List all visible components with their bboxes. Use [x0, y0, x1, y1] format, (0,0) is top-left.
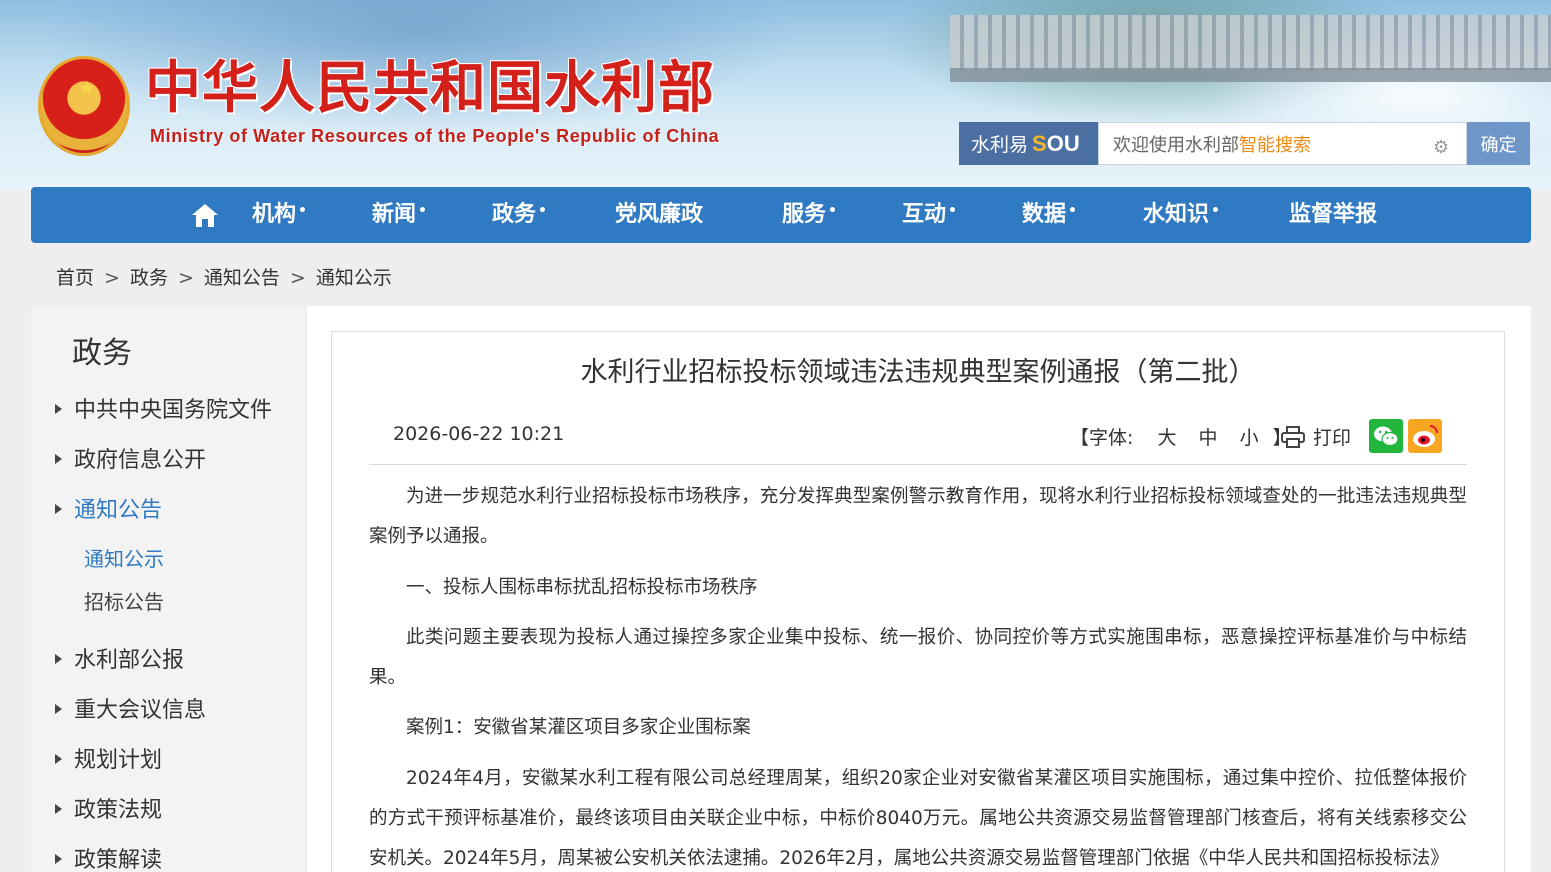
- breadcrumb-separator: >: [289, 267, 306, 289]
- wechat-share-icon[interactable]: [1369, 419, 1403, 453]
- sidebar-item-label: 政策法规: [74, 798, 163, 823]
- nav-item-fuwu[interactable]: 服务 •: [782, 187, 837, 243]
- nav-dropdown-indicator: •: [298, 203, 307, 219]
- article-title: 水利行业招标投标领域违法违规典型案例通报（第二批）: [580, 357, 1256, 388]
- nav-item-label: 数据: [1022, 202, 1067, 227]
- sidebar-title: 政务: [72, 336, 132, 371]
- nav-item-label: 服务: [782, 202, 827, 227]
- nav-dropdown-indicator: •: [538, 203, 547, 219]
- font-size-large-button[interactable]: 大: [1157, 427, 1176, 449]
- article-divider: [369, 464, 1467, 465]
- nav-dropdown-indicator: •: [1211, 203, 1220, 219]
- font-size-medium-button[interactable]: 中: [1199, 427, 1218, 449]
- sidebar-item-label: 通知公告: [74, 498, 163, 523]
- nav-item-shuju[interactable]: 数据 •: [1022, 187, 1077, 243]
- nav-item-label: 监督举报: [1289, 202, 1378, 227]
- nav-item-jigou[interactable]: 机构 •: [252, 187, 307, 243]
- sidebar-item-label: 规划计划: [74, 748, 163, 773]
- nav-item-jiandu[interactable]: 监督举报: [1289, 187, 1379, 243]
- sidebar-item-label: 政策解读: [74, 848, 163, 872]
- sidebar-item-label: 重大会议信息: [74, 698, 207, 723]
- sidebar-item-label: 中共中央国务院文件: [74, 398, 273, 423]
- gear-icon[interactable]: ⚙: [1433, 139, 1451, 157]
- main-nav: 机构 • 新闻 • 政务 • 党风廉政 服务 • 互动 • 数据 • 水知识 • 监督举报: [31, 187, 1531, 243]
- caret-right-icon: [55, 504, 62, 514]
- breadcrumb-separator: >: [177, 267, 194, 289]
- breadcrumb: 首页 > 政务 > 通知公告 > 通知公示: [56, 263, 400, 289]
- caret-right-icon: [55, 704, 62, 714]
- caret-right-icon: [55, 754, 62, 764]
- nav-dropdown-indicator: •: [828, 203, 837, 219]
- search-brand-prefix: 水利易: [971, 134, 1029, 156]
- breadcrumb-tongzhigongshi[interactable]: 通知公示: [316, 267, 392, 289]
- sidebar-item-zhonggong[interactable]: 中共中央国务院文件: [55, 396, 272, 426]
- sidebar-item-gongbao[interactable]: 水利部公报: [55, 646, 184, 676]
- weibo-share-icon[interactable]: [1408, 419, 1442, 453]
- sidebar-item-label: 政府信息公开: [74, 448, 207, 473]
- nav-dropdown-indicator: •: [948, 203, 957, 219]
- search-brand-logo: 水利易 SOU: [959, 122, 1098, 165]
- article-date: 2026-06-22 10:21: [393, 423, 565, 445]
- site-title[interactable]: 中华人民共和国水利部: [145, 58, 715, 120]
- article-paragraph: 为进一步规范水利行业招标投标市场秩序，充分发挥典型案例警示教育作用，现将水利行业…: [369, 486, 1467, 547]
- breadcrumb-separator: >: [104, 267, 120, 289]
- nav-item-label: 党风廉政: [615, 202, 704, 227]
- caret-right-icon: [55, 804, 62, 814]
- nav-item-label: 新闻: [372, 202, 417, 227]
- nav-item-label: 互动: [902, 202, 947, 227]
- sidebar: 政务 中共中央国务院文件 政府信息公开 通知公告 通知公示 招标公告 水利部公报…: [31, 306, 305, 872]
- sidebar-item-tongzhigonggao[interactable]: 通知公告: [55, 496, 162, 526]
- sidebar-subitem-tongzhigongshi[interactable]: 通知公示: [84, 545, 164, 573]
- nav-item-label: 政务: [492, 202, 537, 227]
- dam-base-illustration: [950, 68, 1551, 82]
- breadcrumb-tongzhigonggao[interactable]: 通知公告: [204, 267, 280, 289]
- caret-right-icon: [55, 854, 62, 864]
- nav-item-label: 水知识: [1143, 202, 1210, 227]
- breadcrumb-zhengwu[interactable]: 政务: [130, 267, 168, 289]
- breadcrumb-home[interactable]: 首页: [56, 267, 94, 289]
- nav-item-zhengwu[interactable]: 政务 •: [492, 187, 547, 243]
- sidebar-item-label: 水利部公报: [74, 648, 185, 673]
- caret-right-icon: [55, 404, 62, 414]
- sidebar-item-jiedu[interactable]: 政策解读: [55, 846, 162, 872]
- sidebar-item-fagui[interactable]: 政策法规: [55, 796, 162, 826]
- caret-right-icon: [55, 454, 62, 464]
- nav-item-dangfeng[interactable]: 党风廉政: [615, 187, 705, 243]
- font-size-label: 【字体:: [1070, 427, 1134, 449]
- home-icon[interactable]: [191, 202, 219, 228]
- nav-dropdown-indicator: •: [1068, 203, 1077, 219]
- font-size-small-button[interactable]: 小: [1240, 427, 1259, 449]
- sidebar-item-huiyi[interactable]: 重大会议信息: [55, 696, 206, 726]
- search-submit-button[interactable]: 确定: [1467, 122, 1530, 165]
- search-brand-sou-ou: OU: [1046, 130, 1080, 156]
- emblem-star-icon: ★: [78, 76, 96, 100]
- national-emblem-icon: [38, 56, 130, 156]
- sidebar-subitem-zhaobiao[interactable]: 招标公告: [84, 588, 164, 616]
- printer-icon: [1281, 425, 1305, 448]
- nav-item-shuizhishi[interactable]: 水知识 •: [1143, 187, 1220, 243]
- article-heading: 一、投标人围标串标扰乱招标投标市场秩序: [406, 577, 758, 598]
- sidebar-item-zhengfu[interactable]: 政府信息公开: [55, 446, 206, 476]
- search-brand-sou-s: S: [1032, 130, 1047, 156]
- print-button[interactable]: 打印: [1281, 423, 1351, 450]
- dam-illustration: [950, 15, 1551, 70]
- nav-item-label: 机构: [252, 202, 297, 227]
- caret-right-icon: [55, 654, 62, 664]
- print-label: 打印: [1313, 427, 1352, 449]
- search-brand-sou: SOU: [1032, 131, 1080, 157]
- article-paragraph: 此类问题主要表现为投标人通过操控多家企业集中投标、统一报价、协同控价等方式实施围…: [369, 627, 1467, 688]
- search-placeholder-prefix: 欢迎使用水利部: [1113, 134, 1239, 156]
- sidebar-item-guihua[interactable]: 规划计划: [55, 746, 162, 776]
- site-subtitle: Ministry of Water Resources of the Peopl…: [150, 126, 720, 146]
- search-input[interactable]: 欢迎使用水利部 智能搜索: [1098, 122, 1467, 165]
- nav-dropdown-indicator: •: [418, 203, 427, 219]
- article-case-heading: 案例1：安徽省某灌区项目多家企业围标案: [406, 717, 751, 738]
- article-paragraph: 2024年4月，安徽某水利工程有限公司总经理周某，组织20家企业对安徽省某灌区项…: [369, 768, 1467, 869]
- nav-item-hudong[interactable]: 互动 •: [902, 187, 957, 243]
- search-placeholder-highlight: 智能搜索: [1239, 134, 1311, 156]
- nav-item-xinwen[interactable]: 新闻 •: [372, 187, 427, 243]
- font-size-controls: 【字体: 大 中 小 】: [1070, 423, 1292, 450]
